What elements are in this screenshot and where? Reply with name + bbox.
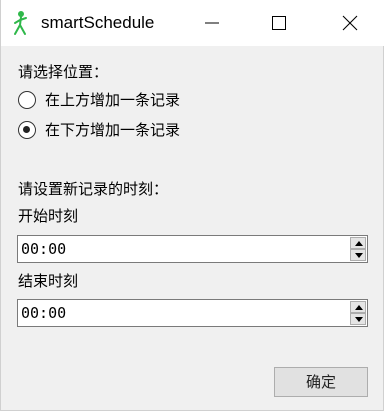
maximize-icon (272, 16, 286, 30)
minimize-icon (205, 22, 219, 24)
end-time-edit[interactable]: 00:00 (17, 299, 368, 327)
start-time-label: 开始时刻 (18, 207, 79, 225)
ok-button[interactable]: 确定 (274, 367, 368, 397)
close-icon (342, 15, 358, 31)
radio-button-above[interactable] (18, 91, 36, 109)
time-prompt: 请设置新记录的时刻： (18, 180, 169, 198)
radio-insert-below[interactable]: 在下方增加一条记录 (18, 119, 180, 141)
arrow-up-icon (355, 241, 363, 246)
radio-button-below[interactable] (18, 121, 36, 139)
maximize-button[interactable] (256, 0, 302, 46)
radio-label-below: 在下方增加一条记录 (45, 121, 181, 139)
radio-label-above: 在上方增加一条记录 (45, 91, 181, 109)
app-icon (11, 10, 31, 36)
title-bar: smartSchedule (1, 0, 384, 46)
minimize-button[interactable] (189, 0, 235, 46)
arrow-up-icon (355, 305, 363, 310)
start-time-up-button[interactable] (350, 237, 366, 249)
end-time-value[interactable]: 00:00 (21, 304, 66, 322)
dialog-window: smartSchedule 请选择位置： 在上方增加一条记录 在下方增加一条记录… (0, 0, 384, 411)
close-button[interactable] (327, 0, 373, 46)
end-time-label: 结束时刻 (18, 272, 79, 290)
window-title: smartSchedule (41, 13, 155, 32)
arrow-down-icon (355, 253, 363, 258)
position-prompt: 请选择位置： (18, 63, 109, 81)
end-time-down-button[interactable] (350, 313, 366, 325)
start-time-value[interactable]: 00:00 (21, 240, 66, 258)
radio-insert-above[interactable]: 在上方增加一条记录 (18, 89, 180, 111)
start-time-edit[interactable]: 00:00 (17, 235, 368, 263)
start-time-down-button[interactable] (350, 249, 366, 261)
arrow-down-icon (355, 317, 363, 322)
end-time-up-button[interactable] (350, 301, 366, 313)
